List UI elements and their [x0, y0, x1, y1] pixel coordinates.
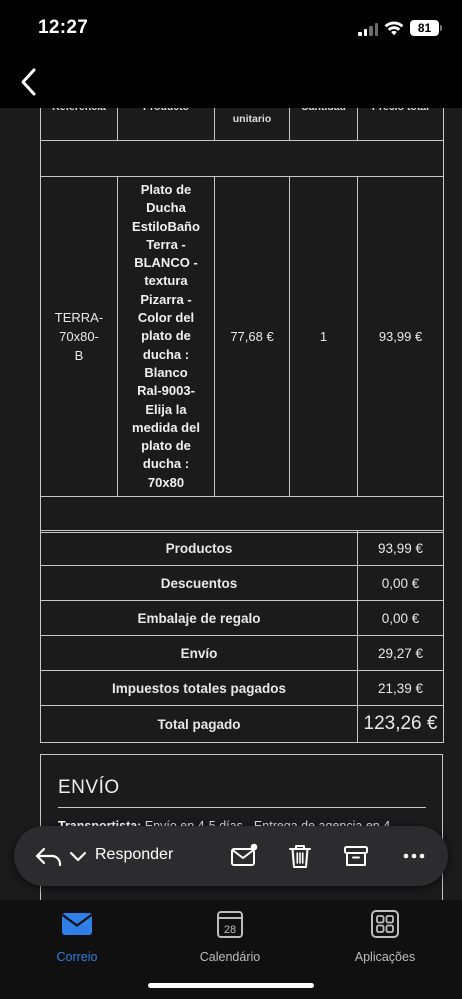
totals-label: Envío [40, 635, 358, 671]
header-total-price: Precio total [357, 108, 444, 141]
table-spacer-row [40, 140, 444, 177]
header-reference: Referencia [40, 108, 118, 141]
totals-label: Impuestos totales pagados [40, 670, 358, 706]
tab-label: Correio [56, 950, 98, 964]
cell-quantity: 1 [289, 176, 358, 497]
email-body: Referencia Producto unitario Cantidad Pr… [0, 108, 462, 900]
totals-row-grand-total: Total pagado 123,26 € [40, 705, 444, 743]
header-quantity: Cantidad [289, 108, 358, 141]
calendar-day: 28 [224, 924, 236, 936]
battery-tip [440, 25, 442, 31]
tab-label: Calendário [199, 950, 261, 964]
order-items-table: Referencia Producto unitario Cantidad Pr… [40, 108, 444, 533]
mark-unread-icon[interactable] [228, 840, 260, 872]
table-header-row: Referencia Producto unitario Cantidad Pr… [40, 108, 444, 141]
totals-label: Descuentos [40, 565, 358, 601]
header-unit-price: unitario [214, 108, 290, 141]
more-options-icon[interactable] [398, 840, 430, 872]
tab-apps[interactable]: Aplicações [325, 908, 445, 968]
totals-value: 29,27 € [357, 635, 444, 671]
totals-row-shipping: Envío 29,27 € [40, 635, 444, 671]
totals-row-taxes: Impuestos totales pagados 21,39 € [40, 670, 444, 706]
cell-reference: TERRA- 70x80- B [40, 176, 118, 497]
trash-icon[interactable] [284, 840, 316, 872]
cell-total-price: 93,99 € [357, 176, 444, 497]
apps-icon [371, 910, 399, 938]
cell-unit-price: 77,68 € [214, 176, 290, 497]
chevron-down-icon[interactable] [62, 840, 94, 872]
home-indicator [148, 983, 314, 988]
table-row: TERRA- 70x80- B Plato de Ducha EstiloBañ… [40, 176, 444, 497]
reply-arrow-icon[interactable] [33, 840, 65, 872]
totals-label: Embalaje de regalo [40, 600, 358, 636]
grand-total-value: 123,26 € [357, 705, 444, 743]
totals-value: 0,00 € [357, 600, 444, 636]
tab-mail[interactable]: Correio [17, 908, 137, 968]
mail-icon [61, 913, 93, 935]
reply-button[interactable]: Responder [95, 846, 173, 864]
status-time: 12:27 [38, 17, 89, 38]
header-product: Producto [117, 108, 215, 141]
cellular-signal-icon [358, 23, 378, 36]
totals-value: 93,99 € [357, 530, 444, 566]
tab-label: Aplicações [354, 950, 416, 964]
mail-action-bar: Responder [14, 826, 448, 886]
shipping-title: ENVÍO [58, 777, 120, 798]
totals-value: 21,39 € [357, 670, 444, 706]
totals-table: Productos 93,99 € Descuentos 0,00 € Emba… [40, 530, 444, 743]
cell-product: Plato de Ducha EstiloBaño Terra - BLANCO… [117, 176, 215, 497]
totals-row-products: Productos 93,99 € [40, 530, 444, 566]
totals-row-gift-wrap: Embalaje de regalo 0,00 € [40, 600, 444, 636]
totals-value: 0,00 € [357, 565, 444, 601]
totals-row-discounts: Descuentos 0,00 € [40, 565, 444, 601]
table-spacer-row [40, 496, 444, 533]
status-bar: 12:27 81 [0, 0, 462, 58]
shipping-divider [58, 807, 426, 808]
tab-calendar[interactable]: 28 Calendário [170, 908, 290, 968]
archive-icon[interactable] [340, 840, 372, 872]
totals-label: Total pagado [40, 705, 358, 743]
navigation-bar [0, 58, 462, 108]
wifi-icon [384, 21, 404, 36]
calendar-icon: 28 [217, 911, 243, 938]
battery-indicator: 81 [410, 20, 439, 36]
back-chevron-icon[interactable] [14, 62, 46, 102]
totals-label: Productos [40, 530, 358, 566]
